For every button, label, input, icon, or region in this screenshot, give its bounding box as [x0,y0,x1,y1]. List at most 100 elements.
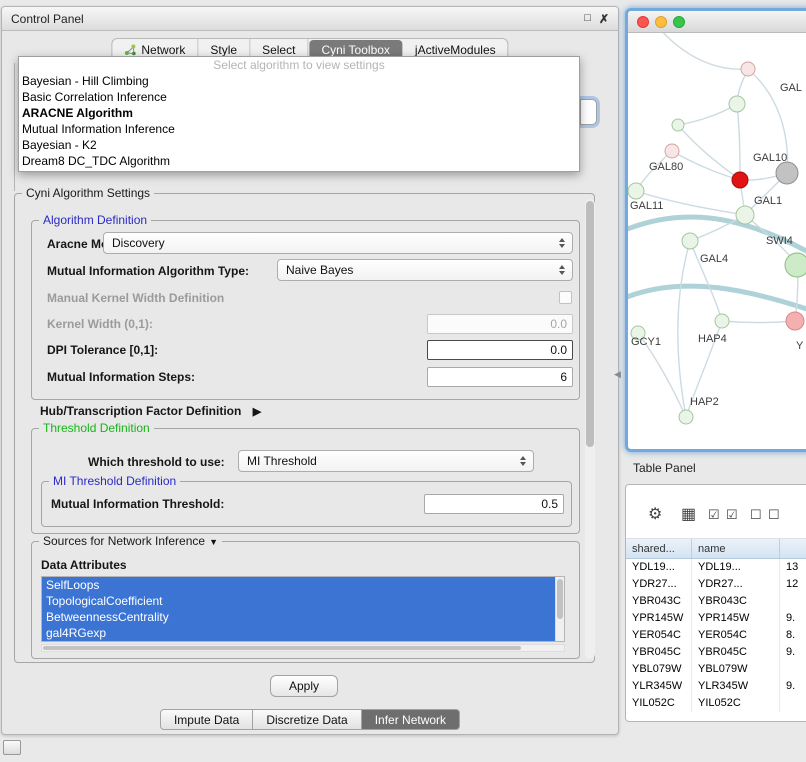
network-node[interactable] [682,233,698,249]
close-window-icon[interactable]: ✗ [599,12,609,26]
attribute-list-item[interactable]: BetweennessCentrality [42,609,564,625]
collapse-down-arrow-icon: ▼ [209,537,218,547]
table-row[interactable]: YBL079W YBL079W [626,661,806,678]
close-traffic-light-icon[interactable] [637,16,649,28]
list-horizontal-scrollbar[interactable] [41,644,565,652]
table-row[interactable]: YIL052C YIL052C [626,695,806,712]
bottom-tab[interactable]: Impute Data [160,709,253,730]
mi-type-label: Mutual Information Algorithm Type: [47,264,249,278]
attribute-list-item[interactable]: SelfLoops [42,577,564,593]
network-node[interactable] [628,183,644,199]
attribute-list-item[interactable]: TopologicalCoefficient [42,593,564,609]
control-panel-titlebar[interactable]: Control Panel □ ✗ [2,7,618,31]
bottom-tab[interactable]: Infer Network [362,709,460,730]
minimized-panel-icon[interactable] [3,740,21,755]
algorithm-option[interactable]: Mutual Information Inference [19,121,579,137]
combo-stepper-icon [556,265,567,275]
manual-kernel-checkbox[interactable] [559,291,572,304]
column-header-shared-name[interactable]: shared... [626,539,692,558]
network-edge[interactable] [737,104,740,180]
table-row[interactable]: YDL19... YDL19... 13 [626,559,806,576]
cell-shared-name: YBR043C [626,593,692,610]
cell-shared-name: YER054C [626,627,692,644]
table-row[interactable]: YBR045C YBR045C 9. [626,644,806,661]
table-row[interactable]: YDR27... YDR27... 12 [626,576,806,593]
network-node-label: HAP2 [690,396,719,408]
mi-threshold-input[interactable] [424,494,564,514]
aracne-mode-select[interactable]: Discovery [103,232,573,254]
algorithm-option[interactable]: Bayesian - Hill Climbing [19,73,579,89]
checked-box-icon[interactable]: ☑ [726,507,738,523]
table-panel-title: Table Panel [633,461,696,475]
network-edge[interactable] [658,33,748,69]
network-node-label: GCY1 [631,336,661,348]
panel-divider-arrow[interactable]: ◀ [614,369,621,380]
network-edge[interactable] [722,321,795,323]
network-edge[interactable] [678,104,737,125]
unchecked-box-icon[interactable]: ☐ [750,507,762,523]
table-row[interactable]: YER054C YER054C 8. [626,627,806,644]
network-node-label: GAL11 [630,200,663,212]
gear-icon[interactable]: ⚙ [648,504,662,524]
network-node-label: GAL4 [700,253,728,265]
settings-scrollbar[interactable] [585,199,595,659]
network-node[interactable] [786,312,804,330]
bottom-tab[interactable]: Discretize Data [253,709,361,730]
cell-extra [780,695,806,712]
network-node[interactable] [736,206,754,224]
algorithm-option[interactable]: Dream8 DC_TDC Algorithm [19,153,579,169]
network-edge[interactable] [678,125,740,180]
cell-name: YIL052C [692,695,780,712]
minimize-traffic-light-icon[interactable] [655,16,667,28]
dpi-tolerance-input[interactable] [427,340,573,360]
network-node[interactable] [729,96,745,112]
cell-shared-name: YDR27... [626,576,692,593]
sources-title: Sources for Network Inference [43,534,205,548]
which-threshold-select[interactable]: MI Threshold [238,450,534,472]
network-window-titlebar[interactable] [628,11,806,33]
cell-extra: 9. [780,610,806,627]
algorithm-option[interactable]: Basic Correlation Inference [19,89,579,105]
combo-stepper-icon [517,456,528,466]
mi-type-select[interactable]: Naive Bayes [277,259,573,281]
zoom-traffic-light-icon[interactable] [673,16,685,28]
apply-button[interactable]: Apply [270,675,338,697]
network-node[interactable] [785,253,806,277]
table-row[interactable]: YPR145W YPR145W 9. [626,610,806,627]
cell-extra: 9. [780,678,806,695]
columns-icon[interactable]: ▦ [681,504,696,524]
cell-name: YBR045C [692,644,780,661]
algorithm-combo-fragment[interactable] [580,99,597,125]
network-edge[interactable] [678,241,690,417]
column-header-name[interactable]: name [692,539,780,558]
panel-tab-label: jActiveModules [415,43,496,57]
network-node[interactable] [741,62,755,76]
table-row[interactable]: YLR345W YLR345W 9. [626,678,806,695]
network-node[interactable] [665,144,679,158]
network-node[interactable] [679,410,693,424]
network-node[interactable] [776,162,798,184]
network-node[interactable] [732,172,748,188]
network-node[interactable] [715,314,729,328]
network-canvas[interactable]: GAL80GAL10GAL11GAL1SWI4GAL4GCY1HAP4HAP2G… [628,33,806,449]
float-window-icon[interactable]: □ [584,12,591,24]
hub-definition-toggle[interactable]: Hub/Transcription Factor Definition ▶ [40,404,261,418]
algorithm-option[interactable]: ARACNE Algorithm [19,105,579,121]
attribute-list-item[interactable]: gal4RGexp [42,625,564,641]
mi-steps-input[interactable] [427,367,573,387]
checked-box-icon[interactable]: ☑ [708,507,720,523]
cell-extra: 13 [780,559,806,576]
data-attributes-list[interactable]: SelfLoops TopologicalCoefficient Between… [41,576,565,642]
unchecked-box-icon[interactable]: ☐ [768,507,780,523]
sources-toggle[interactable]: Sources for Network Inference ▼ [39,534,222,548]
list-vertical-scrollbar[interactable] [555,577,564,641]
column-header-extra[interactable] [780,539,806,558]
table-row[interactable]: YBR043C YBR043C [626,593,806,610]
settings-scrollbar-thumb[interactable] [586,201,594,447]
kernel-width-input[interactable] [427,314,573,334]
network-node[interactable] [672,119,684,131]
cell-name: YLR345W [692,678,780,695]
algorithm-option[interactable]: Bayesian - K2 [19,137,579,153]
panel-tab-label: Select [262,43,295,57]
mi-type-value: Naive Bayes [286,263,353,277]
